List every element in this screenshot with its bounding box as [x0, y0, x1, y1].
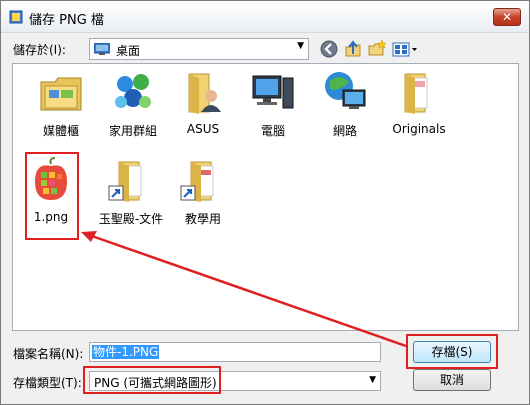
library-folder-icon [40, 77, 82, 111]
highlight-box-png [25, 152, 79, 240]
chevron-down-icon: ▼ [297, 41, 304, 51]
save-dialog: 儲存 PNG 檔 ✕ 儲存於(I): 桌面 ▼ 媒體櫃 家用群組 ASUS 電腦… [0, 0, 530, 405]
item-label: ASUS [186, 122, 220, 136]
item-label: 網路 [332, 124, 357, 138]
highlight-box-filetype [83, 366, 221, 394]
item-label: 玉聖殿-文件 [98, 212, 164, 226]
new-folder-button[interactable] [367, 39, 387, 59]
app-icon [9, 10, 23, 24]
chevron-down-icon: ▼ [369, 375, 376, 385]
up-folder-icon [345, 40, 361, 57]
item-library[interactable]: 媒體櫃 [21, 66, 101, 156]
item-asus[interactable]: ASUS [163, 66, 243, 156]
item-yushengdian-docs[interactable]: 玉聖殿-文件 [91, 154, 171, 244]
window-title: 儲存 PNG 檔 [29, 13, 104, 28]
filename-input[interactable]: 物件-1.PNG [89, 342, 381, 362]
highlight-box-save [406, 334, 498, 369]
location-dropdown[interactable]: 桌面 ▼ [89, 38, 309, 60]
close-button[interactable]: ✕ [493, 8, 521, 26]
back-arrow-icon [320, 40, 338, 58]
file-list-pane[interactable]: 媒體櫃 家用群組 ASUS 電腦 網路 Originals 1.png 玉聖殿-… [12, 63, 519, 331]
folder-shortcut-icon [108, 161, 142, 202]
item-computer[interactable]: 電腦 [233, 66, 313, 156]
filename-label: 檔案名稱(N): [13, 347, 84, 361]
new-folder-icon [368, 39, 387, 56]
save-in-label: 儲存於(I): [13, 43, 66, 57]
item-label: 電腦 [260, 124, 285, 138]
item-label: 教學用 [184, 212, 221, 226]
location-value: 桌面 [116, 44, 141, 58]
cancel-button[interactable]: 取消 [413, 369, 491, 391]
computer-icon [252, 75, 294, 109]
network-icon [325, 72, 366, 109]
view-menu-button[interactable] [391, 39, 419, 59]
homegroup-icon [115, 74, 151, 108]
item-label: 媒體櫃 [42, 124, 79, 138]
item-teaching[interactable]: 教學用 [163, 154, 243, 244]
filetype-label: 存檔類型(T): [13, 376, 82, 390]
filename-value: 物件-1.PNG [92, 345, 160, 359]
desktop-icon [94, 43, 110, 55]
item-label: 家用群組 [108, 124, 157, 138]
up-folder-button[interactable] [343, 39, 363, 59]
item-homegroup[interactable]: 家用群組 [93, 66, 173, 156]
item-originals[interactable]: Originals [379, 66, 459, 156]
item-network[interactable]: 網路 [305, 66, 385, 156]
folder-icon [404, 73, 428, 114]
user-folder-icon [188, 73, 221, 114]
view-grid-icon [392, 42, 417, 57]
folder-shortcut-icon [180, 161, 214, 202]
back-button[interactable] [319, 39, 339, 59]
item-label: Originals [392, 122, 446, 136]
title-bar[interactable]: 儲存 PNG 檔 ✕ [1, 1, 529, 33]
